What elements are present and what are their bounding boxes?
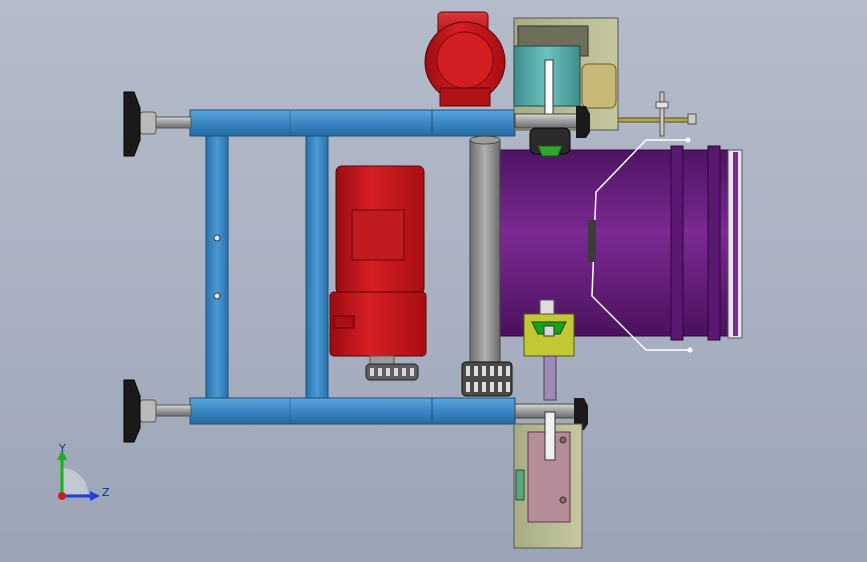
top-gearmotor[interactable]	[424, 11, 506, 107]
y-axis-label: Y	[59, 442, 66, 455]
top-knob[interactable]	[576, 106, 590, 138]
top-bracket[interactable]	[513, 17, 697, 131]
top-adjust-shaft[interactable]	[514, 113, 578, 129]
frame-left-post[interactable]	[205, 135, 229, 399]
x-axis-dot	[58, 492, 66, 500]
leveling-foot-bottom[interactable]	[123, 379, 192, 443]
bottom-bracket[interactable]	[513, 411, 583, 549]
cad-viewport[interactable]: Y Z	[0, 0, 867, 562]
frame-bolt-hole	[213, 234, 221, 242]
assembly-model[interactable]	[0, 0, 867, 562]
roller-sprocket[interactable]	[461, 361, 513, 397]
frame-top-beam[interactable]	[189, 109, 516, 137]
motor-sprocket[interactable]	[365, 363, 419, 381]
top-tension-screw[interactable]	[655, 91, 697, 137]
motor-shaft	[369, 355, 395, 365]
frame-bolt-hole	[213, 292, 221, 300]
leveling-foot-top[interactable]	[123, 91, 192, 157]
frame-bottom-beam[interactable]	[189, 397, 516, 425]
frame-middle-post[interactable]	[305, 135, 329, 399]
main-motor[interactable]	[329, 165, 427, 365]
top-guide-wheel[interactable]	[529, 127, 571, 157]
drum-ring	[707, 145, 721, 341]
yellow-guide[interactable]	[523, 299, 575, 401]
idler-roller[interactable]	[469, 135, 501, 363]
drum-ring	[670, 145, 684, 341]
z-axis-label: Z	[102, 486, 110, 499]
